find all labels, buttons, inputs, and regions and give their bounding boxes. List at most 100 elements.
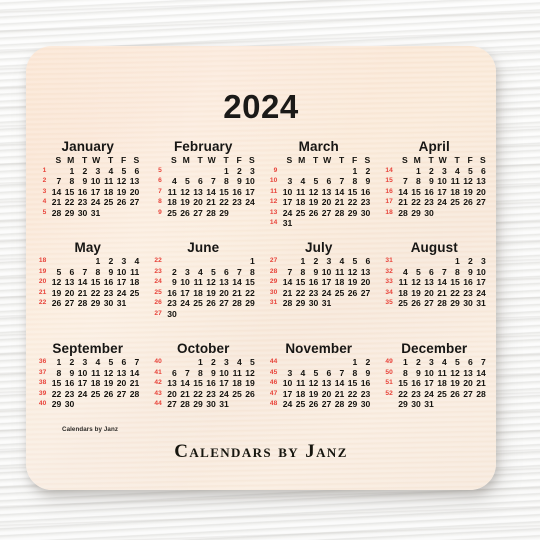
week-number: 40: [38, 400, 47, 407]
day-cell-empty: [319, 357, 332, 368]
day-cell: 30: [463, 298, 473, 308]
main-credit-text: Calendars by Janz: [174, 441, 348, 462]
day-cell: 3: [428, 357, 434, 367]
week-row: 34 18 19 20 21 22 23 24: [382, 288, 487, 299]
day-cell: 21: [398, 197, 408, 207]
day-cell: 8: [352, 176, 358, 186]
day-cell: 10: [321, 266, 332, 277]
week-row: 9 12: [266, 166, 371, 177]
day-cell: 11: [104, 176, 114, 186]
week-row: 14 31: [266, 218, 371, 229]
day-cell: 27: [321, 399, 332, 409]
day-cell: 13: [424, 277, 434, 287]
day-cell: 2: [236, 165, 242, 176]
day-cell: 7: [184, 367, 190, 378]
day-cell: 21: [334, 197, 345, 207]
day-cell: 16: [424, 186, 434, 197]
day-cell-empty: [127, 208, 140, 219]
day-cell: 1: [249, 256, 255, 266]
month-name: February: [173, 139, 233, 154]
day-cell: 26: [411, 298, 421, 308]
day-cell: 18: [295, 388, 306, 399]
month-table: 18 1 2 3 4 19 5 6 7 8 9 10 11 20 12 13 14 15 16 17 18 21 19 20 2…: [35, 256, 140, 309]
day-cell-empty: [319, 166, 332, 177]
day-cell: 23: [308, 287, 319, 298]
day-cell: 13: [167, 378, 177, 388]
day-cell: 11: [437, 367, 447, 378]
day-cell: 21: [232, 287, 242, 298]
month-table: S M T W T F S 9 1 2 10 3 4 5 6 7 8 9 11 10 11 12 13 14 15 16 12 17 1…: [266, 155, 371, 229]
week-number: 16: [385, 187, 393, 195]
day-cell-empty: [461, 208, 474, 219]
day-cell: 11: [232, 367, 242, 378]
weekday-header: S: [55, 155, 62, 165]
day-cell: 22: [347, 388, 358, 399]
week-number: 18: [38, 257, 47, 264]
day-cell: 19: [450, 378, 460, 388]
month-name: June: [187, 240, 220, 255]
day-cell: 18: [103, 186, 114, 197]
week-number: 41: [154, 368, 162, 376]
week-row: 21 19 20 21 22 23 24 25: [35, 288, 140, 299]
week-row: 12 17 18 19 20 21 22 23: [266, 197, 371, 208]
week-row: 3 14 15 16 17 18 19 20: [35, 187, 140, 198]
week-row: 48 24 25 26 27 28 29 30: [266, 399, 371, 410]
day-cell: 14: [129, 367, 140, 378]
day-cell: 13: [193, 186, 203, 197]
day-cell: 4: [236, 357, 242, 367]
day-cell: 10: [437, 176, 447, 186]
week-number: 26: [154, 299, 162, 306]
day-cell: 3: [326, 256, 332, 266]
week-number: [382, 399, 396, 410]
week-row: 14 1 2 3 4 5 6: [382, 166, 487, 177]
week-row: 42 13 14 15 16 17 18 19: [151, 378, 256, 389]
day-cell: 8: [223, 176, 229, 186]
weekday-header: F: [121, 155, 127, 165]
day-cell: 1: [352, 357, 358, 367]
weekday-header-row: SMTWTFS: [151, 155, 256, 166]
day-cell-empty: [204, 309, 217, 320]
day-cell: 12: [245, 367, 255, 378]
week-number: 22: [154, 257, 162, 264]
day-cell: 21: [476, 378, 486, 388]
day-cell: 1: [69, 165, 75, 176]
day-cell: 12: [116, 176, 127, 186]
day-cell: 5: [184, 176, 190, 186]
week-row: 11 10 11 12 13 14 15 16: [266, 187, 371, 198]
week-number: 35: [385, 299, 393, 306]
day-cell: 20: [360, 277, 371, 287]
day-cell: 29: [347, 207, 358, 218]
day-cell: 13: [360, 266, 371, 277]
day-cell: 15: [295, 277, 306, 287]
day-cell: 13: [321, 378, 332, 388]
weekday-header: T: [223, 155, 229, 165]
weekday-header: T: [454, 155, 460, 165]
day-cell: 21: [129, 378, 140, 388]
day-cell: 6: [121, 357, 127, 367]
day-cell: 19: [103, 378, 114, 388]
month-name: December: [401, 341, 468, 356]
day-cell: 5: [210, 266, 216, 277]
day-cell: 26: [463, 197, 473, 207]
day-cell: 15: [51, 378, 62, 388]
day-cell: 14: [51, 186, 62, 197]
day-cell: 26: [103, 388, 114, 399]
week-row: 29 30 31: [382, 399, 487, 410]
day-cell-empty: [62, 256, 75, 267]
day-cell: 26: [180, 207, 190, 218]
day-cell: 26: [347, 287, 358, 298]
day-cell: 20: [167, 388, 177, 399]
week-number: 27: [269, 257, 278, 264]
day-cell-empty: [293, 166, 306, 177]
week-row: 19 5 6 7 8 9 10 11: [35, 267, 140, 278]
week-row: 20 12 13 14 15 16 17 18: [35, 277, 140, 288]
week-number: 14: [269, 219, 278, 226]
day-cell: 26: [206, 298, 216, 308]
day-cell: 17: [424, 378, 434, 388]
day-cell: 5: [121, 165, 127, 176]
week-number: 37: [38, 368, 47, 376]
week-number: 39: [38, 389, 47, 397]
day-cell: 6: [326, 367, 332, 378]
week-row: 8 18 19 20 21 22 23 24: [151, 197, 256, 208]
week-number: 42: [154, 379, 162, 386]
